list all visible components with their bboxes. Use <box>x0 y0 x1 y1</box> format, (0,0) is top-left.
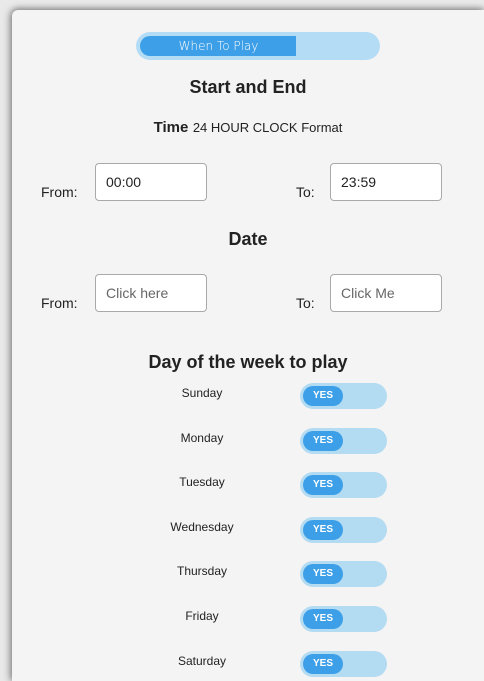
toggle-knob: YES <box>303 653 343 674</box>
day-label-monday: Monday <box>180 430 224 445</box>
day-toggle-tuesday[interactable]: YES <box>300 472 387 499</box>
day-label-sunday: Sunday <box>181 386 223 400</box>
time-from-label: From: <box>41 184 78 200</box>
toggle-knob: YES <box>303 430 343 451</box>
day-label-friday: Friday <box>185 609 219 623</box>
toggle-knob: YES <box>303 609 343 629</box>
days-title: Day of the week to play <box>148 352 348 372</box>
time-format-line: Time 24 HOUR CLOCK Format <box>12 119 484 137</box>
date-title: Date <box>228 229 268 249</box>
day-toggle-saturday[interactable]: YES <box>300 650 387 677</box>
progress-label: When To Play <box>178 39 259 53</box>
date-from-label: From: <box>41 295 78 311</box>
date-to-label: To: <box>296 295 315 311</box>
progress-bar: When To Play <box>136 32 380 60</box>
day-toggle-sunday[interactable]: YES <box>300 383 387 409</box>
time-format-note: 24 HOUR CLOCK Format <box>192 120 343 135</box>
toggle-knob: YES <box>303 475 343 496</box>
day-label-thursday: Thursday <box>176 564 228 579</box>
toggle-knob: YES <box>303 519 343 540</box>
date-from-input[interactable] <box>95 274 207 312</box>
date-to-input[interactable] <box>330 274 442 312</box>
time-label: Time <box>153 119 189 136</box>
day-toggle-wednesday[interactable]: YES <box>300 516 387 543</box>
day-label-wednesday: Wednesday <box>170 519 234 534</box>
time-to-label: To: <box>296 184 315 200</box>
toggle-knob: YES <box>303 386 343 406</box>
day-label-saturday: Saturday <box>177 653 227 668</box>
day-label-tuesday: Tuesday <box>179 475 225 490</box>
day-toggle-thursday[interactable]: YES <box>300 561 387 588</box>
time-from-input[interactable] <box>95 163 207 201</box>
toggle-knob: YES <box>303 564 343 585</box>
when-to-play-panel: When To Play Start and End Time 24 HOUR … <box>12 10 484 681</box>
day-toggle-monday[interactable]: YES <box>300 427 387 454</box>
day-toggle-friday[interactable]: YES <box>300 606 387 632</box>
start-end-title: Start and End <box>189 77 307 97</box>
time-to-input[interactable] <box>330 163 442 201</box>
